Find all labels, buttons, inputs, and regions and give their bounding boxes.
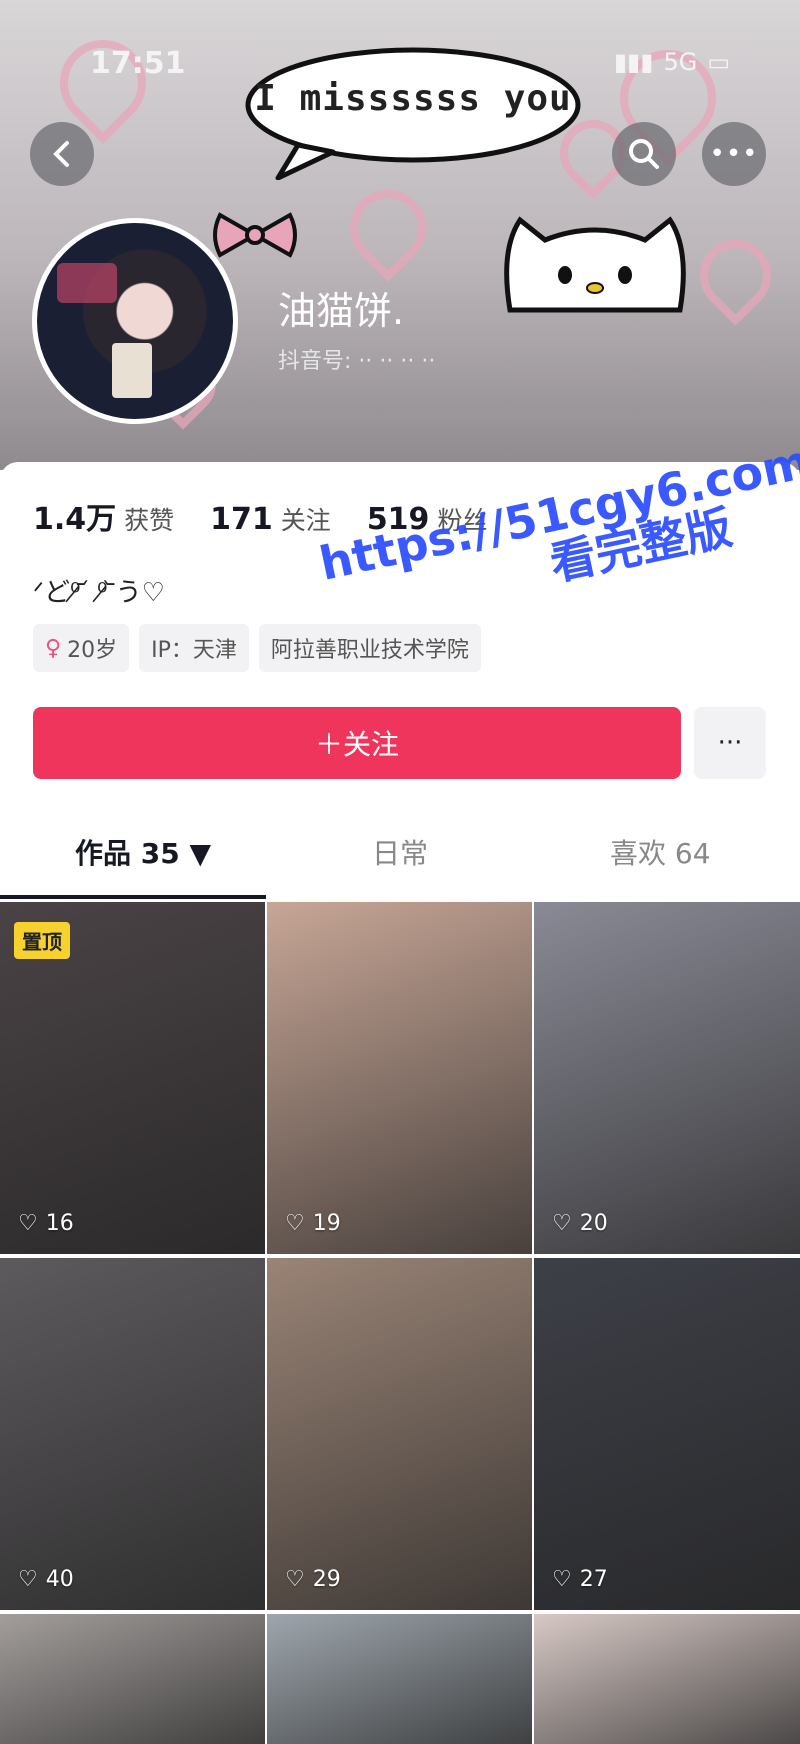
status-indicators: ▮▮▮ 5G ▭ [614,48,730,76]
age-tag: ♀ 20岁 [33,624,130,672]
like-value: 40 [45,1567,74,1592]
school-tag[interactable]: 阿拉善职业技术学院 [258,624,481,672]
bow-doodle [213,212,297,258]
age-label: 20岁 [67,638,118,663]
like-count: ♡ 40 [18,1567,74,1592]
heart-outline-icon: ♡ [18,1567,38,1592]
heart-decoration [685,225,786,326]
stat-value: 171 [210,502,273,537]
profile-card: 1.4万 获赞 171 关注 519 粉丝 ᐟど⁰̷ ᷄ ⁰̷ ᷅う♡ ♀ 20岁 IP… [0,462,800,1744]
video-tile[interactable] [0,1614,265,1744]
tab-indicator [0,895,266,899]
female-icon: ♀ [45,635,62,661]
pinned-badge: 置顶 [14,922,70,959]
stat-likes[interactable]: 1.4万 获赞 [33,494,174,538]
ip-tag: IP：天津 [139,624,249,672]
video-tile[interactable]: ♡ 29 [267,1258,532,1610]
search-button[interactable] [612,122,676,186]
heart-outline-icon: ♡ [285,1211,305,1236]
more-actions-button[interactable]: ··· [694,707,766,779]
like-count: ♡ 29 [285,1567,341,1592]
like-value: 16 [45,1211,74,1236]
like-count: ♡ 19 [285,1211,341,1236]
video-tile[interactable]: ♡ 40 [0,1258,265,1610]
content-tabs: 作品 35 ▼ 日常 喜欢 64 [0,812,800,902]
heart-outline-icon: ♡ [285,1567,305,1592]
like-value: 19 [312,1211,341,1236]
like-value: 27 [579,1567,608,1592]
follow-button[interactable]: ＋关注 [33,707,681,779]
video-tile[interactable] [534,1614,800,1744]
kitty-doodle [504,216,686,313]
like-value: 20 [579,1211,608,1236]
like-count: ♡ 16 [18,1211,74,1236]
tab-likes[interactable]: 喜欢 64 [610,832,711,872]
profile-tags: ♀ 20岁 IP：天津 阿拉善职业技术学院 [33,624,481,672]
video-tile[interactable] [267,1614,532,1744]
video-tile[interactable]: 置顶 ♡ 16 [0,902,265,1254]
video-tile[interactable]: ♡ 20 [534,902,800,1254]
status-time: 17:51 [90,46,186,81]
battery-icon: ▭ [707,48,730,76]
back-button[interactable] [30,122,94,186]
stat-following[interactable]: 171 关注 [210,501,331,537]
signal-icon: ▮▮▮ [613,48,654,76]
video-tile[interactable]: ♡ 27 [534,1258,800,1610]
bubble-text: I missssss you [254,78,572,119]
bio: ᐟど⁰̷ ᷄ ⁰̷ ᷅う♡ [33,578,165,608]
chevron-left-icon [53,141,69,167]
like-count: ♡ 20 [552,1211,608,1236]
status-bar: 17:51 ▮▮▮ 5G ▭ [0,0,800,81]
stat-value: 1.4万 [33,502,117,537]
stat-label: 关注 [280,506,331,535]
like-count: ♡ 27 [552,1567,608,1592]
nickname: 油猫饼. [278,289,405,333]
heart-outline-icon: ♡ [552,1211,572,1236]
more-options-button[interactable]: ••• [702,122,766,186]
douyin-id[interactable]: 抖音号: ·· ·· ·· ·· [278,343,435,375]
stat-label: 获赞 [124,506,175,535]
avatar-cup [112,343,152,398]
ellipsis-icon: ••• [709,139,759,169]
tab-daily[interactable]: 日常 [372,832,428,872]
like-value: 29 [312,1567,341,1592]
video-tile[interactable]: ♡ 19 [267,902,532,1254]
heart-outline-icon: ♡ [18,1211,38,1236]
avatar-light [57,263,117,303]
heart-outline-icon: ♡ [552,1567,572,1592]
tab-works[interactable]: 作品 35 ▼ [75,832,211,872]
search-icon [629,139,659,169]
avatar[interactable] [32,218,238,424]
network-label: 5G [663,48,698,76]
heart-decoration [334,174,442,282]
